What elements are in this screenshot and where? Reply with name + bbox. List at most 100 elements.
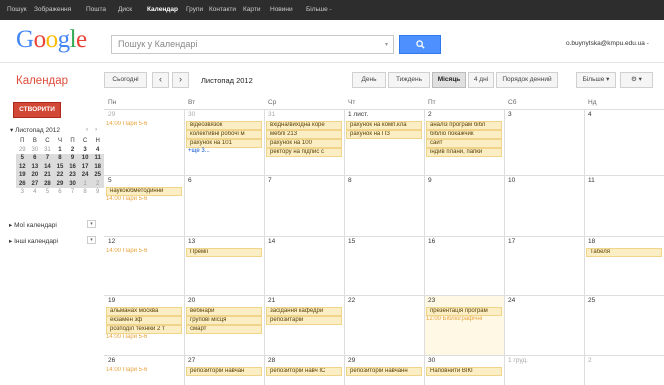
topbar-item[interactable]: Більше - bbox=[306, 6, 332, 13]
topbar-item[interactable]: Календар bbox=[147, 6, 178, 13]
timed-event[interactable]: 14:00 Пари 5-6 bbox=[106, 121, 182, 127]
topbar-item[interactable]: Пошук bbox=[7, 6, 27, 13]
all-day-event[interactable]: рахунок на 100 bbox=[266, 139, 342, 148]
all-day-event[interactable]: групові місця bbox=[186, 316, 262, 325]
day-number[interactable]: 3 bbox=[508, 111, 512, 118]
all-day-event[interactable]: колективні робочі м bbox=[186, 130, 262, 139]
topbar-item[interactable]: Диск bbox=[118, 6, 132, 13]
next-period-button[interactable]: › bbox=[172, 72, 189, 88]
mini-day[interactable]: 27 bbox=[28, 179, 42, 188]
day-number[interactable]: 13 bbox=[188, 238, 195, 245]
day-number[interactable]: 21 bbox=[268, 297, 275, 304]
mini-day[interactable]: 30 bbox=[66, 179, 79, 188]
mini-next-icon[interactable]: › bbox=[95, 126, 97, 133]
mini-day[interactable]: 2 bbox=[91, 179, 104, 188]
day-number[interactable]: 31 bbox=[268, 111, 275, 118]
day-number[interactable]: 2 bbox=[588, 357, 592, 364]
my-calendars-section[interactable]: ▸ Мої календарі ▾ bbox=[9, 220, 96, 229]
mini-day[interactable]: 8 bbox=[79, 188, 92, 197]
mini-day[interactable]: 6 bbox=[54, 188, 67, 197]
mini-day[interactable]: 4 bbox=[29, 188, 42, 197]
day-number[interactable]: 1 лист. bbox=[348, 111, 368, 118]
mini-day[interactable]: 28 bbox=[41, 179, 54, 188]
day-number[interactable]: 8 bbox=[348, 177, 352, 184]
all-day-event[interactable]: альманах москва bbox=[106, 307, 182, 316]
mini-day[interactable]: 10 bbox=[78, 154, 92, 163]
day-number[interactable]: 25 bbox=[588, 297, 595, 304]
mini-day[interactable]: 20 bbox=[28, 171, 42, 180]
day-number[interactable]: 27 bbox=[188, 357, 195, 364]
mini-day[interactable]: 15 bbox=[53, 162, 67, 171]
day-number[interactable]: 1 груд. bbox=[508, 357, 528, 364]
more-button[interactable]: Більше ▾ bbox=[576, 72, 616, 88]
day-number[interactable]: 30 bbox=[188, 111, 195, 118]
my-calendars-menu-icon[interactable]: ▾ bbox=[87, 220, 96, 228]
day-number[interactable]: 29 bbox=[108, 111, 115, 118]
all-day-event[interactable]: екзамен зф bbox=[106, 316, 182, 325]
all-day-event[interactable]: Наповнити ВІКІ bbox=[426, 367, 502, 376]
view-button[interactable]: День bbox=[352, 72, 386, 88]
all-day-event[interactable]: репозитарій bbox=[266, 316, 342, 325]
all-day-event[interactable]: рахунок на комп.кла bbox=[346, 121, 422, 130]
mini-day[interactable]: 5 bbox=[16, 154, 29, 163]
view-button[interactable]: 4 дні bbox=[468, 72, 494, 88]
day-number[interactable]: 4 bbox=[588, 111, 592, 118]
topbar-item[interactable]: Новини bbox=[270, 6, 293, 13]
search-input[interactable]: Пошук у Календарі ▾ bbox=[111, 35, 394, 54]
day-number[interactable]: 15 bbox=[348, 238, 355, 245]
all-day-event[interactable]: презентація програм bbox=[426, 307, 502, 316]
all-day-event[interactable]: репозиторій навч ІС bbox=[266, 367, 342, 376]
all-day-event[interactable]: репозиторій навчан bbox=[186, 367, 262, 376]
day-number[interactable]: 17 bbox=[508, 238, 515, 245]
account-email[interactable]: o.buynytska@kmpu.edu.ua - bbox=[566, 40, 649, 47]
mini-day[interactable]: 29 bbox=[16, 146, 29, 155]
all-day-event[interactable]: засідання кафедри bbox=[266, 307, 342, 316]
search-options-dropdown-icon[interactable]: ▾ bbox=[385, 41, 388, 48]
mini-day[interactable]: 5 bbox=[41, 188, 54, 197]
day-number[interactable]: 7 bbox=[268, 177, 272, 184]
timed-event[interactable]: 14:00 Пари 5-6 bbox=[106, 367, 182, 373]
search-button[interactable] bbox=[399, 35, 441, 54]
mini-day[interactable]: 3 bbox=[79, 146, 92, 155]
day-number[interactable]: 22 bbox=[348, 297, 355, 304]
timed-event[interactable]: 14:00 Пари 5-6 bbox=[106, 248, 182, 254]
other-calendars-menu-icon[interactable]: ▾ bbox=[87, 236, 96, 244]
mini-calendar-title[interactable]: ▾ Листопад 2012 bbox=[10, 126, 60, 134]
mini-day[interactable]: 16 bbox=[66, 162, 79, 171]
topbar-item[interactable]: Зображення bbox=[34, 6, 71, 13]
create-event-button[interactable]: СТВОРИТИ bbox=[13, 102, 61, 118]
day-number[interactable]: 6 bbox=[188, 177, 192, 184]
mini-day[interactable]: 9 bbox=[91, 188, 104, 197]
topbar-item[interactable]: Пошта bbox=[86, 6, 106, 13]
all-day-event[interactable]: вебінари bbox=[186, 307, 262, 316]
mini-day[interactable]: 4 bbox=[91, 146, 104, 155]
topbar-item[interactable]: Групи bbox=[186, 6, 203, 13]
day-number[interactable]: 12 bbox=[108, 238, 115, 245]
mini-day[interactable]: 1 bbox=[54, 146, 67, 155]
mini-day[interactable]: 30 bbox=[29, 146, 42, 155]
mini-day[interactable]: 13 bbox=[28, 162, 42, 171]
mini-day[interactable]: 25 bbox=[91, 171, 104, 180]
mini-day[interactable]: 23 bbox=[66, 171, 79, 180]
all-day-event[interactable]: розподіл техніки 2 т bbox=[106, 325, 182, 334]
day-number[interactable]: 2 bbox=[428, 111, 432, 118]
mini-day[interactable]: 22 bbox=[53, 171, 67, 180]
all-day-event[interactable]: рахунок на 101 bbox=[186, 139, 262, 148]
day-number[interactable]: 11 bbox=[588, 177, 595, 184]
mini-day[interactable]: 7 bbox=[41, 154, 54, 163]
mini-day[interactable]: 29 bbox=[53, 179, 67, 188]
day-number[interactable]: 23 bbox=[428, 297, 435, 304]
mini-day[interactable]: 7 bbox=[66, 188, 79, 197]
timed-event[interactable]: 14:00 Пари 5-6 bbox=[106, 334, 182, 340]
mini-day[interactable]: 8 bbox=[53, 154, 67, 163]
all-day-event[interactable]: наукоюбметодинни bbox=[106, 187, 182, 196]
all-day-event[interactable]: індив плани, папки bbox=[426, 148, 502, 157]
all-day-event[interactable]: сайт bbox=[426, 139, 502, 148]
mini-day[interactable]: 6 bbox=[28, 154, 42, 163]
view-button[interactable]: Тиждень bbox=[388, 72, 430, 88]
mini-day[interactable]: 19 bbox=[16, 171, 29, 180]
all-day-event[interactable]: репозиторій навчанн bbox=[346, 367, 422, 376]
day-number[interactable]: 30 bbox=[428, 357, 435, 364]
all-day-event[interactable]: вхідна/вихідна коре bbox=[266, 121, 342, 130]
topbar-item[interactable]: Карти bbox=[243, 6, 260, 13]
